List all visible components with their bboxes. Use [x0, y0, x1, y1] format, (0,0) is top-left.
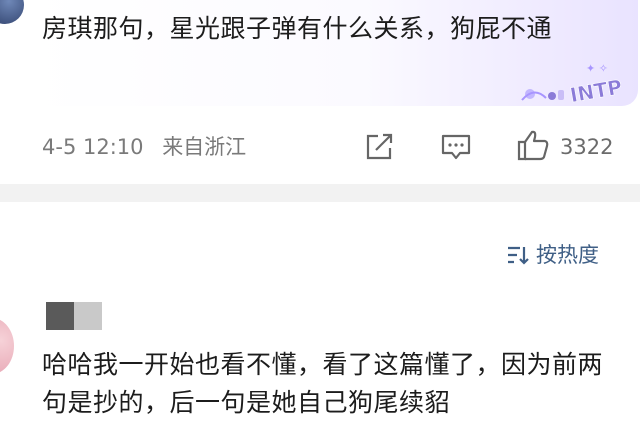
like-count: 3322	[560, 135, 614, 159]
badge-text: INTP	[568, 75, 624, 108]
username-blurred[interactable]	[46, 302, 102, 330]
avatar[interactable]	[0, 0, 24, 24]
section-divider	[0, 184, 640, 202]
location: 来自浙江	[162, 135, 247, 159]
reply-text: 哈哈我一开始也看不懂，看了这篇懂了，因为前两句是抄的，后一句是她自己狗尾续貂	[42, 350, 604, 417]
sort-button[interactable]: 按热度	[506, 240, 599, 270]
avatar[interactable]	[0, 318, 14, 374]
comment-icon[interactable]	[440, 133, 472, 161]
comment-meta: 4-5 12:10 来自浙江	[42, 132, 258, 162]
comment-thread: 房琪那句，星光跟子弹有什么关系，狗屁不通 INTP ✦ ✧ 4-5 12:10 …	[0, 0, 640, 443]
share-icon[interactable]	[364, 133, 394, 161]
sort-label: 按热度	[536, 243, 599, 267]
timestamp: 4-5 12:10	[42, 135, 144, 159]
svg-text:✦ ✧: ✦ ✧	[586, 62, 608, 75]
like-icon[interactable]	[516, 129, 550, 161]
comment-text: 房琪那句，星光跟子弹有什么关系，狗屁不通	[42, 14, 553, 43]
sort-icon	[508, 246, 529, 265]
intp-badge: INTP ✦ ✧	[521, 62, 624, 108]
